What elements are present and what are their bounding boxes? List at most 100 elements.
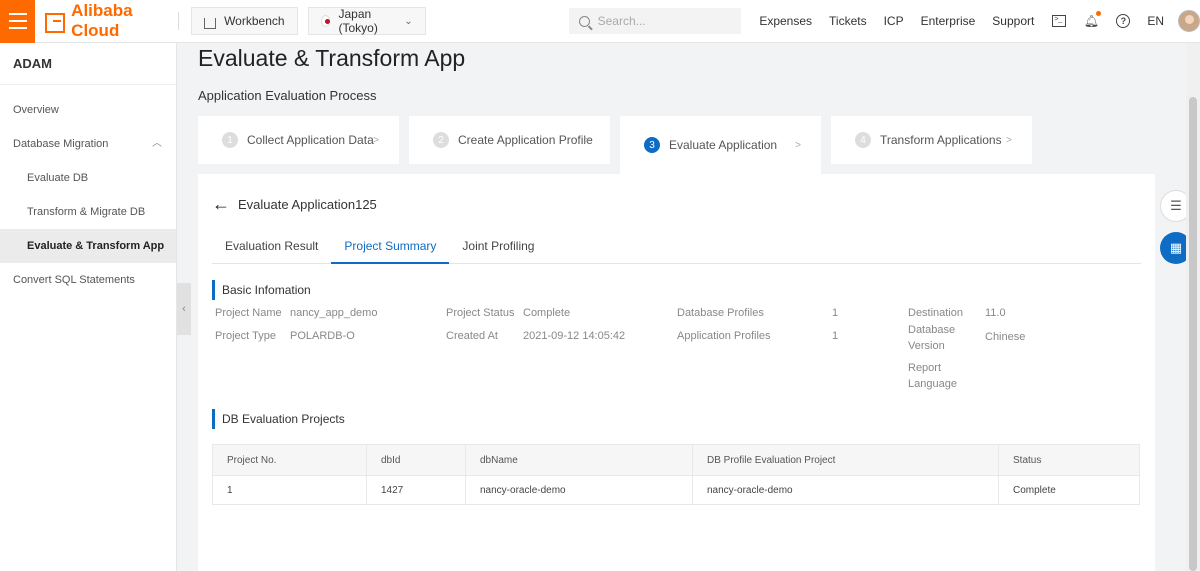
chevron-right-icon: > [584,134,590,146]
table-row: 1 1427 nancy-oracle-demo nancy-oracle-de… [212,475,1140,505]
col-dbid: dbId [366,444,466,476]
label-report-language: Report Language [908,360,1108,392]
link-icp[interactable]: ICP [884,14,904,28]
scrollbar-thumb[interactable] [1189,97,1197,571]
avatar[interactable] [1178,10,1200,32]
workbench-button[interactable]: Workbench [191,7,298,35]
cell-dbname: nancy-oracle-demo [465,475,693,505]
info-col-4: Destination 11.0 Database Version Chines… [908,306,1108,392]
label-project-type: Project Type [215,330,276,342]
step-number: 3 [644,137,660,153]
label-application-profiles: Application Profiles [677,330,771,342]
search-icon [578,15,590,27]
brand-name: Alibaba Cloud [71,1,133,40]
label-project-status: Project Status [446,307,515,319]
col-profile-eval-project: DB Profile Evaluation Project [692,444,999,476]
step-number: 2 [433,132,449,148]
cell-dbid: 1427 [366,475,466,505]
region-label: Japan (Tokyo) [338,7,378,35]
step-transform-applications[interactable]: 4 Transform Applications > [831,116,1032,164]
cell-project-no: 1 [212,475,367,505]
label-line: Database [908,324,956,336]
sidebar-collapse-button[interactable]: ‹ [177,283,191,335]
workbench-label: Workbench [224,14,285,28]
sidebar-item-label: Convert SQL Statements [13,274,135,286]
chevron-right-icon: > [795,139,801,151]
back-arrow-icon[interactable]: ← [212,194,230,215]
label-project-name: Project Name [215,307,282,319]
label-database-profiles: Database Profiles [677,307,764,319]
value-project-status: Complete [523,307,571,319]
step-number: 1 [222,132,238,148]
col-project-no: Project No. [212,444,367,476]
link-expenses[interactable]: Expenses [759,14,812,28]
label-line: Language [908,378,957,390]
sidebar-item-evaluate-db[interactable]: Evaluate DB [0,161,176,195]
search-input[interactable]: Search... [568,8,742,34]
info-col-1: Project Name nancy_app_demo Project Type P… [215,306,377,352]
back-header: ← Evaluate Application125 [212,194,377,215]
region-selector[interactable]: Japan (Tokyo) ⌄ [307,7,426,35]
value-application-profiles: 1 [832,330,839,342]
search-placeholder: Search... [597,14,646,28]
help-icon[interactable]: ? [1115,13,1131,29]
link-support[interactable]: Support [992,14,1034,28]
sidebar-item-label: Evaluate & Transform App [27,240,165,252]
home-icon [204,17,217,29]
cell-status: Complete [998,475,1140,505]
chevron-left-icon: ‹ [182,303,186,315]
chevron-down-icon: ⌄ [404,15,413,27]
tab-project-summary[interactable]: Project Summary [331,236,450,264]
alibaba-cloud-logo[interactable]: Alibaba Cloud [45,0,166,43]
label-line: Report [908,362,942,374]
col-status: Status [998,444,1140,476]
basic-info-heading: Basic Infomation [212,280,311,300]
sidebar-item-label: Overview [13,104,59,116]
step-number: 4 [855,132,871,148]
label-destination: Destination [908,307,964,319]
terminal-icon[interactable]: >_ [1051,13,1067,29]
sidebar: ADAM Overview Database Migration ︿ Evalua… [0,43,177,571]
notification-dot [1096,11,1102,16]
db-evaluation-heading: DB Evaluation Projects [212,409,345,429]
sidebar-item-transform-migrate-db[interactable]: Transform & Migrate DB [0,195,176,229]
step-create-profile[interactable]: 2 Create Application Profile > [409,116,610,164]
language-switch[interactable]: EN [1147,14,1164,28]
sidebar-item-label: Evaluate DB [27,172,89,184]
col-dbname: dbName [465,444,693,476]
divider [178,12,180,30]
top-links: Expenses Tickets ICP Enterprise Support … [759,10,1200,32]
label-created-at: Created At [446,330,498,342]
menu-icon[interactable] [0,0,36,43]
section-title: Application Evaluation Process [198,88,377,103]
link-tickets[interactable]: Tickets [829,14,867,28]
bell-icon[interactable]: 🔔︎ [1083,11,1102,29]
link-enterprise[interactable]: Enterprise [921,14,976,28]
alibaba-logo-icon [45,13,66,33]
label-line: Version [908,340,945,352]
label-database-version: Database Version [908,322,985,354]
info-col-2: Project Status Complete Created At 2021-09… [446,306,625,352]
tab-joint-profiling[interactable]: Joint Profiling [449,236,547,264]
content-panel: ← Evaluate Application125 Evaluation Res… [198,174,1155,571]
sidebar-item-database-migration[interactable]: Database Migration ︿ [0,127,176,161]
tab-evaluation-result[interactable]: Evaluation Result [212,236,331,264]
step-evaluate-application[interactable]: 3 Evaluate Application > [620,116,821,174]
value-destination: 11.0 [985,307,1006,319]
chevron-right-icon: > [373,134,379,146]
japan-flag-icon [320,15,331,27]
top-navigation-bar: Alibaba Cloud Workbench Japan (Tokyo) ⌄ … [0,0,1200,43]
table-header-row: Project No. dbId dbName DB Profile Evalu… [212,444,1140,476]
sidebar-item-overview[interactable]: Overview [0,93,176,127]
step-label: Collect Application Data [247,133,374,147]
sidebar-title: ADAM [0,43,176,85]
tab-bar: Evaluation Result Project Summary Joint … [212,236,1141,264]
chevron-right-icon: > [1006,134,1012,146]
sidebar-item-label: Transform & Migrate DB [27,206,146,218]
cell-profile-eval-project: nancy-oracle-demo [692,475,999,505]
sidebar-item-convert-sql[interactable]: Convert SQL Statements [0,263,176,297]
scrollbar[interactable] [1186,43,1200,571]
step-collect-data[interactable]: 1 Collect Application Data > [198,116,399,164]
sidebar-item-evaluate-transform-app[interactable]: Evaluate & Transform App [0,229,176,263]
value-project-type: POLARDB-O [290,330,355,342]
